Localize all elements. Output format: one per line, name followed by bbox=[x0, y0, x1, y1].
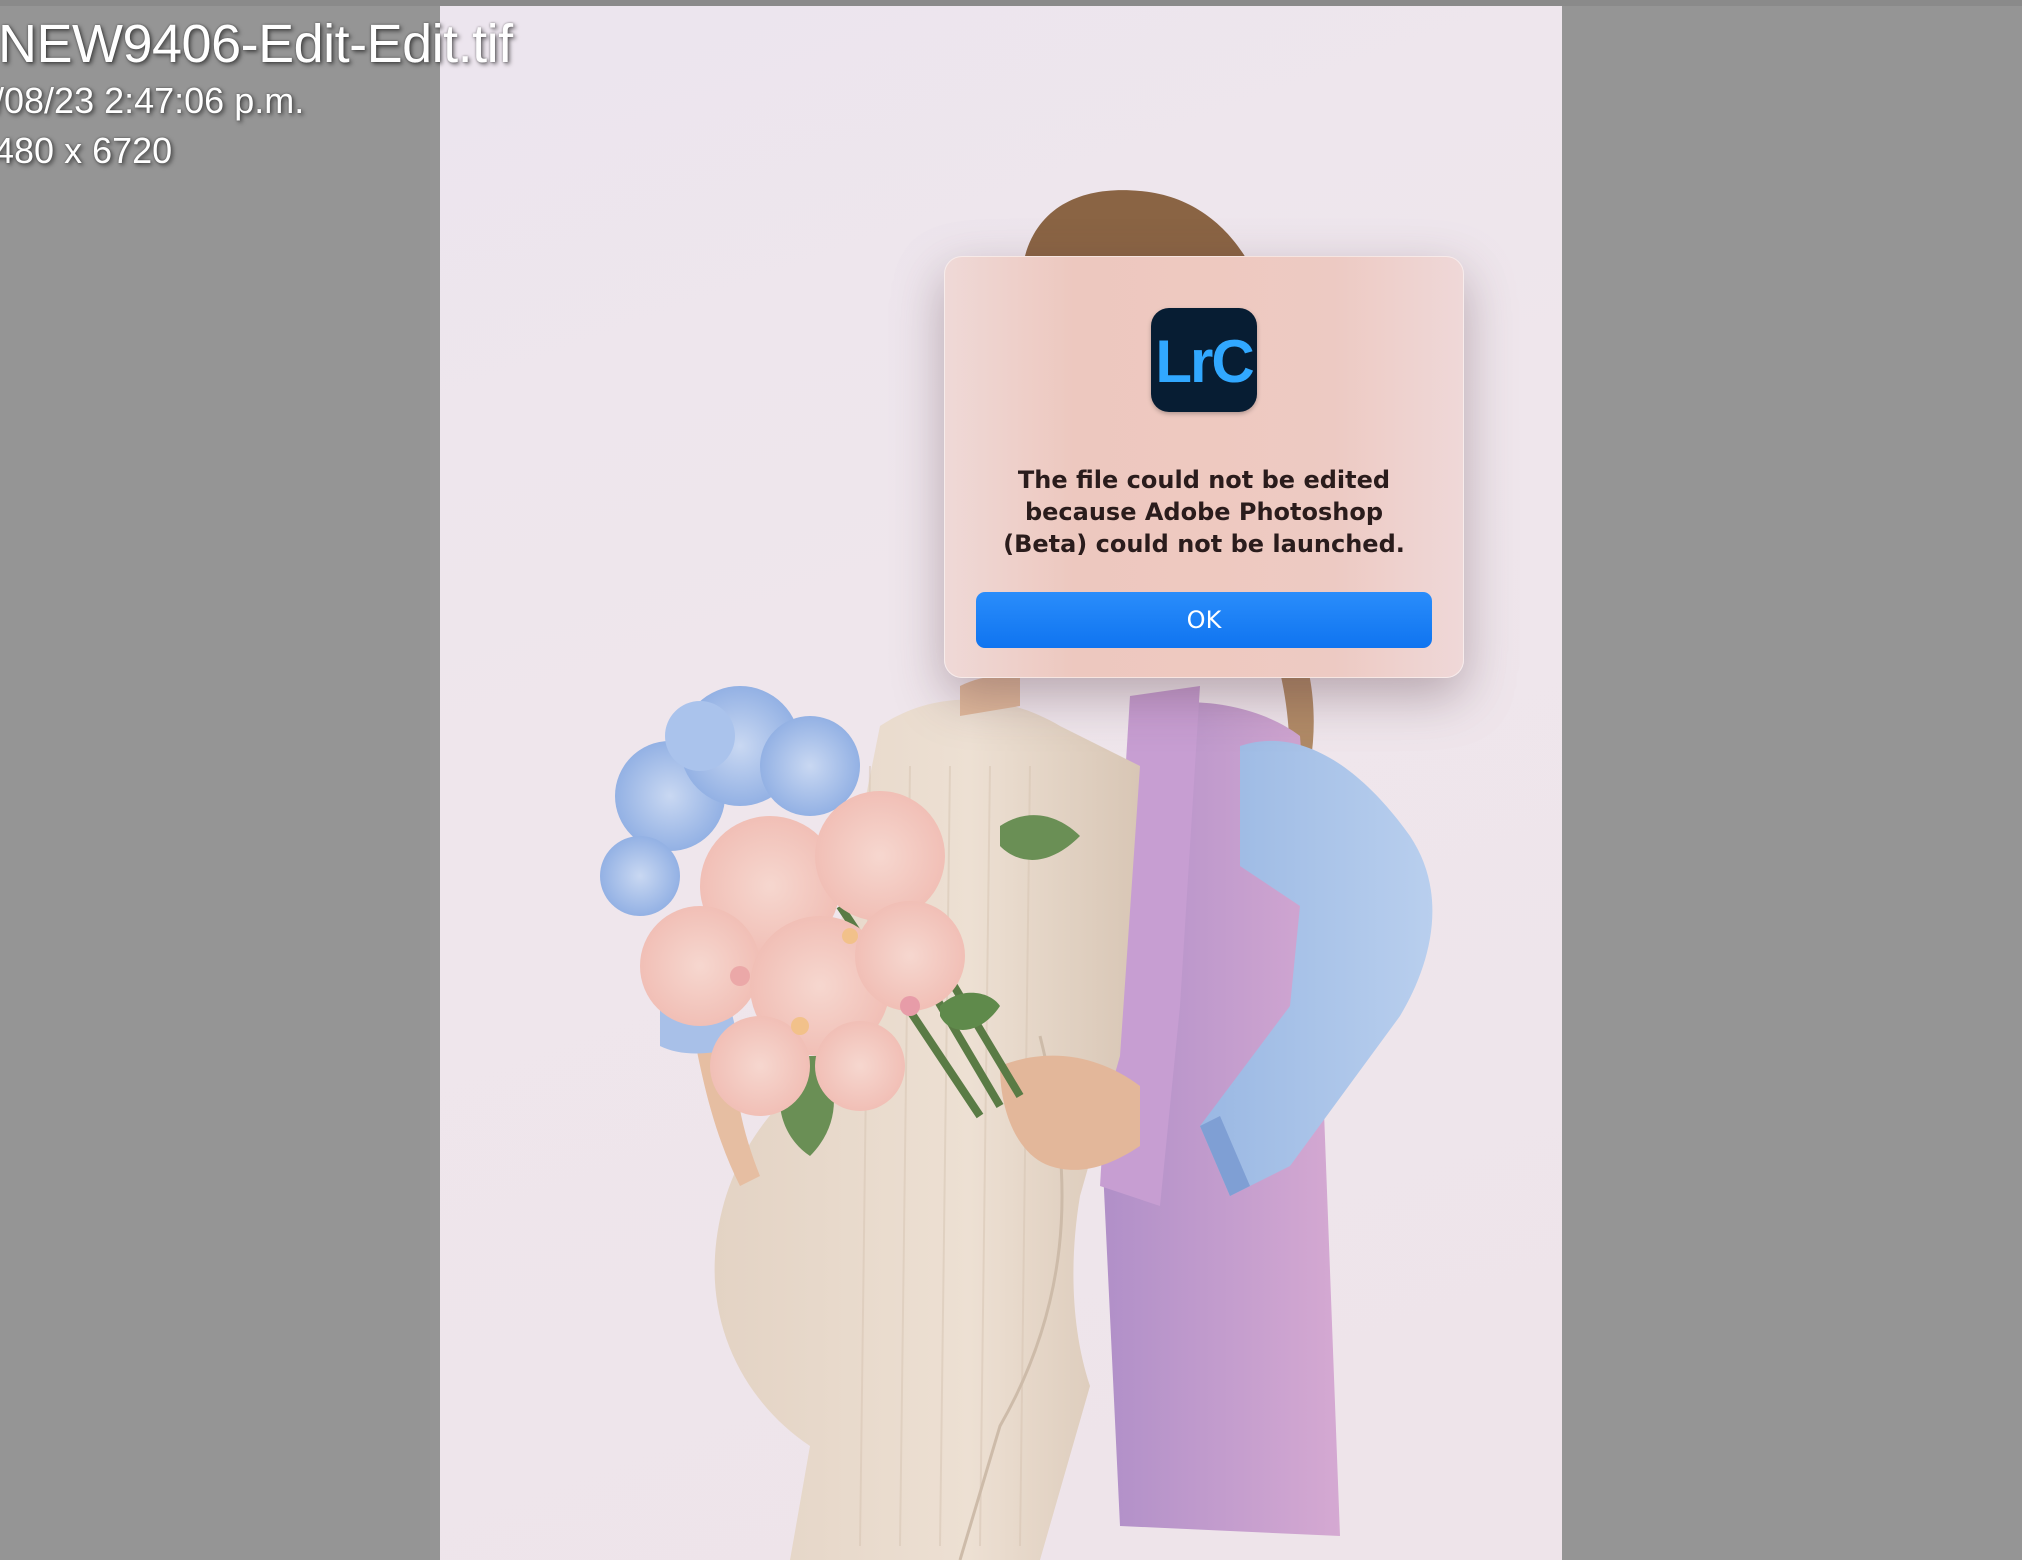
alert-message-line: (Beta) could not be launched. bbox=[1003, 530, 1405, 558]
capture-date-label: /08/23 2:47:06 p.m. bbox=[0, 80, 305, 121]
alert-message: The file could not be edited because Ado… bbox=[974, 464, 1434, 560]
alert-message-line: because Adobe Photoshop bbox=[1024, 498, 1384, 526]
info-overlay: NEW9406-Edit-Edit.tif /08/23 2:47:06 p.m… bbox=[0, 12, 513, 176]
lightroom-classic-icon: LrC bbox=[1151, 308, 1257, 412]
alert-dialog: LrC The file could not be edited because… bbox=[944, 256, 1464, 678]
photo-illustration bbox=[600, 190, 1433, 1560]
dimensions-label: 480 x 6720 bbox=[0, 130, 173, 171]
ok-button[interactable]: OK bbox=[976, 592, 1432, 648]
photo-preview[interactable] bbox=[440, 6, 1562, 1560]
app-icon-text: LrC bbox=[1155, 327, 1254, 395]
lightroom-workspace: NEW9406-Edit-Edit.tif /08/23 2:47:06 p.m… bbox=[0, 0, 2022, 1560]
alert-message-line: The file could not be edited bbox=[1017, 466, 1391, 494]
filename-label: NEW9406-Edit-Edit.tif bbox=[0, 14, 513, 74]
